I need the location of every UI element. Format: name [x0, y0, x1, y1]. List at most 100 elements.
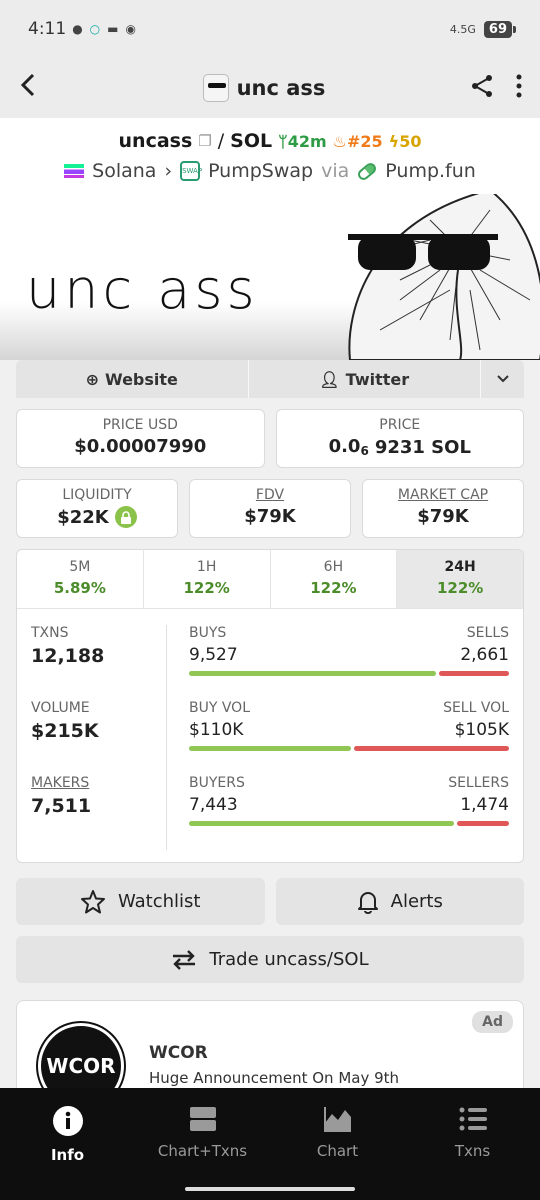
solana-icon: [64, 164, 85, 178]
fdv-card[interactable]: FDV $79K: [189, 479, 351, 538]
market-cap-card[interactable]: MARKET CAP $79K: [362, 479, 524, 538]
buyers-sellers-stat: BUYERS SELLERS 7,443 1,474: [189, 775, 509, 850]
message-icon: ▬: [107, 22, 119, 36]
chevron-down-icon: [496, 375, 509, 383]
liquidity-card: LIQUIDITY $22K: [16, 479, 178, 538]
buys-sells-stat: BUYS SELLS 9,527 2,661: [189, 625, 509, 700]
stats-breakdown: BUYS SELLS 9,527 2,661 BUY VOL SELL VOL $11…: [167, 625, 509, 850]
price-zero-count: 6: [360, 444, 369, 458]
pumpfun-icon: [356, 160, 379, 182]
globe-icon: ⊕: [85, 369, 99, 389]
buy-volume-value: $110K: [189, 720, 244, 740]
launchpad-link[interactable]: Pump.fun: [385, 160, 476, 182]
stats-summary: TXNS 12,188 VOLUME $215K MAKERS 7,511: [31, 625, 167, 850]
token-avatar: [202, 74, 229, 102]
makers-value: 7,511: [31, 795, 92, 817]
price-native-value: 0.06 9231 SOL: [277, 436, 524, 458]
dex-link[interactable]: PumpSwap: [208, 160, 313, 182]
trending-rank-value: #25: [346, 131, 383, 151]
info-icon: [52, 1106, 83, 1136]
home-indicator[interactable]: [185, 1187, 355, 1191]
twitter-button[interactable]: 👤︎ Twitter: [247, 360, 481, 398]
token-title: unc ass: [202, 74, 325, 102]
buys-value: 9,527: [189, 645, 238, 665]
signal-icon: 4.5G: [449, 22, 476, 36]
stats-panel: 5M 5.89% 1H 122% 6H 122% 24H 122% TXNS 1…: [16, 549, 524, 863]
pair-age-value: 42m: [287, 131, 327, 151]
price-usd-label: PRICE USD: [102, 417, 178, 433]
nav-chart-label: Chart: [316, 1142, 359, 1160]
nav-chart[interactable]: Chart: [270, 1088, 405, 1200]
buyers-value: 7,443: [189, 795, 238, 815]
notification-icons: ● ○ ▬ ◉: [72, 22, 136, 36]
chevron-right-icon: ›: [164, 160, 173, 182]
nav-info-label: Info: [50, 1146, 85, 1164]
makers-label: MAKERS: [31, 775, 90, 791]
nav-info[interactable]: Info: [0, 1088, 135, 1200]
volume-stat: VOLUME $215K: [31, 700, 166, 775]
boost-count: ϟ50: [389, 132, 422, 151]
sell-volume-bar-fill: [353, 746, 509, 751]
nav-txns[interactable]: Txns: [405, 1088, 540, 1200]
sync-icon: ○: [89, 22, 101, 36]
liquidity-label: LIQUIDITY: [62, 487, 132, 503]
website-button[interactable]: ⊕ Website: [16, 360, 248, 398]
bottom-navigation: Info Chart+Txns Chart Txns: [0, 1088, 540, 1200]
price-native-label: PRICE: [379, 417, 421, 433]
sell-volume-label: SELL VOL: [443, 700, 509, 716]
chain-link[interactable]: Solana: [92, 160, 156, 182]
pumpswap-icon: SWAP: [180, 161, 202, 181]
metrics-row: LIQUIDITY $22K FDV $79K MARKET CAP $79K: [16, 479, 524, 538]
pair-line: uncass ❐ / SOL ᛘ42m ♨#25 ϟ50: [0, 130, 540, 152]
watchlist-button[interactable]: Watchlist: [16, 878, 265, 925]
buy-sell-volume-stat: BUY VOL SELL VOL $110K $105K: [189, 700, 509, 775]
back-button[interactable]: [18, 71, 58, 106]
tab-label: 6H: [323, 559, 344, 575]
trending-rank: ♨#25: [333, 132, 383, 151]
kebab-menu-icon: [516, 74, 522, 98]
lock-icon[interactable]: [114, 506, 137, 528]
nav-chart-txns[interactable]: Chart+Txns: [135, 1088, 270, 1200]
buyers-sellers-bar: [189, 821, 509, 826]
alerts-button[interactable]: Alerts: [275, 878, 524, 925]
fdv-label: FDV: [255, 487, 285, 503]
price-native-card: PRICE 0.06 9231 SOL: [275, 409, 524, 468]
sellers-bar-fill: [456, 821, 509, 826]
tab-label: 24H: [444, 559, 476, 575]
more-links-button[interactable]: [480, 360, 524, 398]
tab-5m[interactable]: 5M 5.89%: [17, 550, 143, 608]
tab-1h[interactable]: 1H 122%: [142, 550, 270, 608]
status-bar: 4:11 ● ○ ▬ ◉ 4.5G 69: [0, 0, 540, 58]
sellers-label: SELLERS: [448, 775, 509, 791]
social-links: ⊕ Website 👤︎ Twitter: [16, 360, 524, 398]
market-cap-label: MARKET CAP: [397, 487, 489, 503]
trade-button[interactable]: Trade uncass/SOL: [16, 936, 524, 983]
alerts-label: Alerts: [390, 891, 443, 912]
tab-24h[interactable]: 24H 122%: [396, 550, 523, 608]
chevron-left-icon: [20, 73, 35, 96]
website-label: Website: [105, 369, 178, 389]
lightning-icon: ϟ: [388, 131, 400, 151]
buys-label: BUYS: [189, 625, 227, 641]
area-chart-icon: [323, 1107, 351, 1132]
flame-icon: ♨: [332, 131, 347, 151]
banner-text: unc ass: [26, 258, 259, 321]
pair-age: ᛘ42m: [278, 132, 327, 151]
liquidity-value: $22K: [57, 506, 109, 528]
buys-bar-fill: [189, 671, 437, 676]
sells-value: 2,661: [460, 645, 509, 665]
makers-stat[interactable]: MAKERS 7,511: [31, 775, 166, 850]
copy-icon[interactable]: ❐: [198, 132, 211, 150]
share-icon: [472, 75, 492, 97]
base-symbol[interactable]: uncass: [119, 130, 193, 152]
more-options-button[interactable]: [516, 74, 522, 102]
buyers-label: BUYERS: [189, 775, 245, 791]
tab-6h[interactable]: 6H 122%: [269, 550, 397, 608]
tab-change: 122%: [310, 579, 357, 597]
sells-bar-fill: [439, 671, 509, 676]
status-right: 4.5G 69: [449, 20, 517, 38]
share-button[interactable]: [470, 74, 494, 102]
quote-symbol: SOL: [230, 130, 273, 152]
tab-label: 5M: [69, 559, 91, 575]
fdv-value: $79K: [244, 506, 296, 527]
